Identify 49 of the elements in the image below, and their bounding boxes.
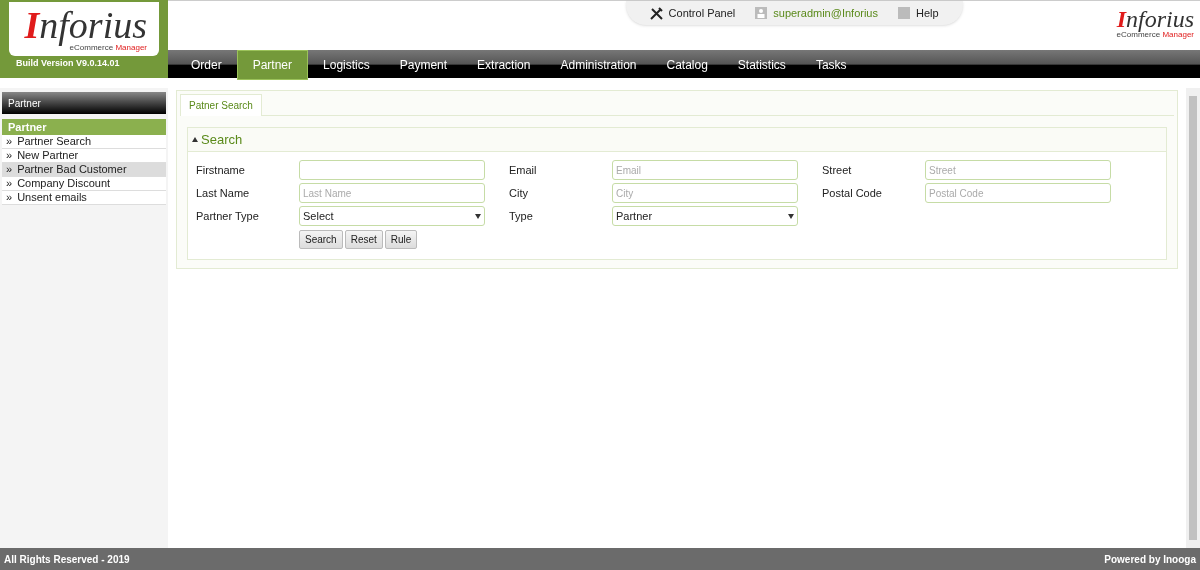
text-field[interactable]: Street: [925, 160, 1111, 180]
user-icon: [755, 7, 768, 19]
control-panel-link[interactable]: Control Panel: [649, 4, 736, 22]
sidebar-item[interactable]: » New Partner: [2, 149, 166, 163]
field-label: Email: [509, 162, 538, 178]
field-label: City: [509, 185, 529, 201]
nav-tab[interactable]: Tasks: [800, 52, 862, 78]
sidebar-section: Partner: [2, 119, 166, 135]
build-version: Build Version V9.0.14.01: [15, 57, 120, 70]
field-label: Street: [822, 162, 853, 178]
nav-tab[interactable]: Catalog: [651, 52, 723, 78]
copyright-text: All Rights Reserved - 2019: [4, 552, 130, 567]
dropdown-arrow-icon: [788, 213, 794, 219]
user-link[interactable]: superadmin@Inforius: [755, 4, 878, 22]
field-label: Type: [509, 208, 534, 224]
sidebar-item[interactable]: » Partner Bad Customer: [2, 163, 166, 177]
text-field[interactable]: [299, 160, 485, 180]
sidebar-item[interactable]: » Company Discount: [2, 177, 166, 191]
nav-tab[interactable]: Administration: [545, 52, 652, 78]
nav-tab[interactable]: Extraction: [462, 52, 546, 78]
panel-title: Search: [201, 130, 243, 149]
nav-tab[interactable]: Logistics: [308, 52, 385, 78]
form-button[interactable]: Rule: [384, 230, 418, 249]
form-button[interactable]: Search: [299, 230, 343, 249]
field-label: Firstname: [196, 162, 246, 178]
nav-tab[interactable]: Payment: [384, 52, 463, 78]
text-field[interactable]: Postal Code: [925, 183, 1111, 203]
collapse-triangle-icon[interactable]: [192, 137, 198, 142]
sidebar-item[interactable]: » Partner Search: [2, 135, 166, 149]
nav-tab[interactable]: Order: [176, 52, 237, 78]
field-label: Postal Code: [822, 185, 883, 201]
field-label: Last Name: [196, 185, 251, 201]
tab[interactable]: Patner Search: [180, 94, 262, 116]
powered-by-text: Powered by Inooga: [1104, 552, 1196, 567]
sidebar-header: Partner: [2, 92, 166, 114]
text-field[interactable]: City: [612, 183, 798, 203]
logo: Inforius eCommerce Manager: [9, 2, 159, 56]
help-icon: [898, 7, 910, 19]
select-field[interactable]: Partner: [612, 206, 798, 226]
sidebar-item[interactable]: » Unsent emails: [2, 191, 166, 205]
select-field[interactable]: Select: [299, 206, 485, 226]
field-label: Partner Type: [196, 208, 260, 224]
help-link[interactable]: Help: [898, 4, 939, 22]
text-field[interactable]: Email: [612, 160, 798, 180]
nav-tab[interactable]: Statistics: [722, 52, 801, 78]
form-button[interactable]: Reset: [344, 230, 383, 249]
tools-icon: [649, 6, 663, 20]
text-field[interactable]: Last Name: [299, 183, 485, 203]
dropdown-arrow-icon: [475, 213, 481, 219]
